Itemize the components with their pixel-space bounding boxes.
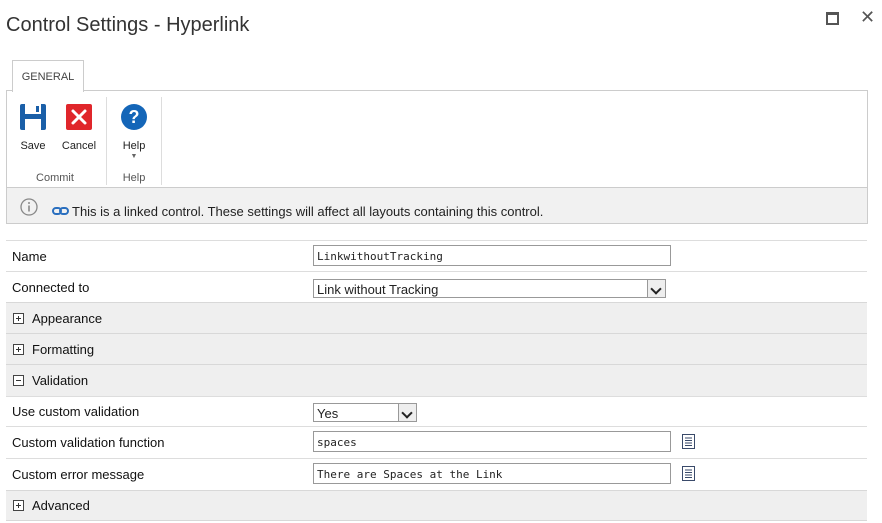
section-appearance-label: Appearance	[32, 311, 103, 326]
expression-editor-icon[interactable]	[682, 466, 695, 481]
use-custom-validation-row: Use custom validation Yes	[6, 396, 867, 427]
connected-to-row: Connected to Link without Tracking	[6, 271, 867, 303]
name-row: Name LinkwithoutTracking	[6, 240, 867, 272]
dropdown-arrow-icon: ▼	[130, 153, 138, 160]
save-label: Save	[20, 140, 46, 152]
use-custom-validation-value: Yes	[317, 406, 339, 421]
section-formatting[interactable]: Formatting	[6, 333, 867, 364]
svg-text:?: ?	[129, 107, 140, 127]
window-title: Control Settings - Hyperlink	[6, 14, 250, 36]
section-advanced[interactable]: Advanced	[6, 490, 867, 521]
section-validation-label: Validation	[32, 373, 89, 388]
chevron-down-icon[interactable]	[647, 280, 665, 297]
ribbon: Save Cancel ? Help ▼ Commit Help	[6, 90, 868, 188]
custom-error-message-input[interactable]: There are Spaces at the Link	[313, 463, 671, 484]
section-validation[interactable]: Validation	[6, 364, 867, 396]
expand-icon[interactable]	[13, 344, 24, 355]
custom-validation-function-row: Custom validation function spaces	[6, 426, 867, 458]
maximize-icon[interactable]	[826, 12, 839, 25]
expand-icon[interactable]	[13, 313, 24, 324]
cancel-icon	[66, 104, 92, 130]
connected-to-select[interactable]: Link without Tracking	[313, 279, 666, 298]
cancel-label: Cancel	[61, 140, 97, 152]
expression-editor-icon[interactable]	[682, 434, 695, 449]
save-icon	[20, 104, 46, 130]
info-text: This is a linked control. These settings…	[72, 204, 544, 219]
connected-to-label: Connected to	[12, 280, 90, 295]
group-divider	[106, 97, 107, 185]
custom-validation-function-label: Custom validation function	[12, 435, 165, 450]
help-label: Help	[122, 140, 146, 152]
help-button[interactable]: ? Help ▼	[114, 103, 154, 162]
info-bar: This is a linked control. These settings…	[6, 187, 868, 224]
group-label-help: Help	[122, 172, 146, 184]
use-custom-validation-select[interactable]: Yes	[313, 403, 417, 422]
name-label: Name	[12, 249, 47, 264]
group-label-commit: Commit	[36, 172, 74, 184]
close-icon[interactable]: ✕	[860, 8, 875, 26]
chevron-down-icon[interactable]	[398, 404, 416, 421]
custom-error-message-row: Custom error message There are Spaces at…	[6, 458, 867, 490]
info-icon	[20, 198, 38, 216]
section-formatting-label: Formatting	[32, 342, 95, 357]
tab-general[interactable]: GENERAL	[12, 60, 84, 92]
group-divider	[161, 97, 162, 185]
name-input[interactable]: LinkwithoutTracking	[313, 245, 671, 266]
save-button[interactable]: Save	[13, 103, 53, 152]
collapse-icon[interactable]	[13, 375, 24, 386]
section-advanced-label: Advanced	[32, 498, 90, 513]
connected-to-value: Link without Tracking	[317, 282, 439, 297]
link-icon	[52, 207, 69, 215]
section-appearance[interactable]: Appearance	[6, 302, 867, 333]
custom-validation-function-input[interactable]: spaces	[313, 431, 671, 452]
help-icon: ?	[121, 104, 147, 130]
expand-icon[interactable]	[13, 500, 24, 511]
custom-error-message-label: Custom error message	[12, 467, 145, 482]
use-custom-validation-label: Use custom validation	[12, 404, 140, 419]
cancel-button[interactable]: Cancel	[59, 103, 99, 152]
